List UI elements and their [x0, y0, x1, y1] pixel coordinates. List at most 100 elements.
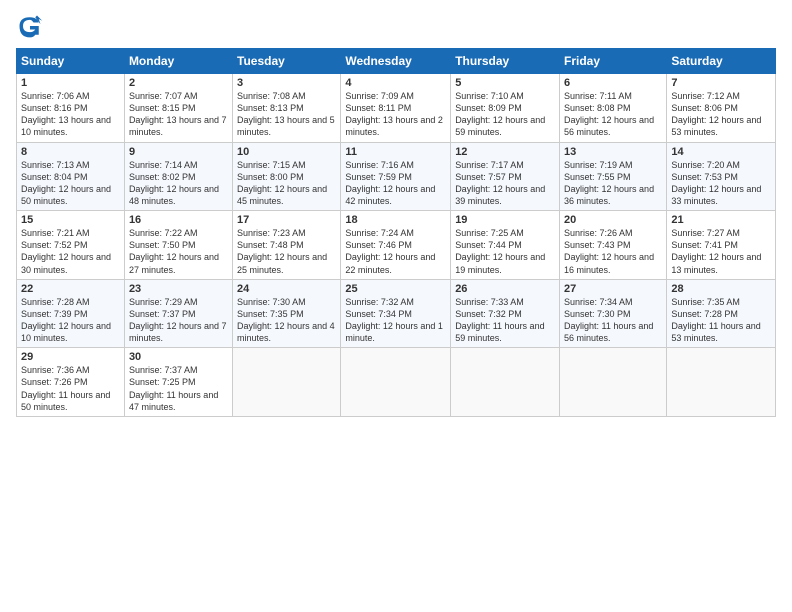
table-row: 25Sunrise: 7:32 AMSunset: 7:34 PMDayligh… [341, 279, 451, 348]
day-number: 30 [129, 351, 228, 363]
table-row: 4Sunrise: 7:09 AMSunset: 8:11 PMDaylight… [341, 74, 451, 143]
table-row: 9Sunrise: 7:14 AMSunset: 8:02 PMDaylight… [124, 142, 232, 211]
table-row: 23Sunrise: 7:29 AMSunset: 7:37 PMDayligh… [124, 279, 232, 348]
table-row: 8Sunrise: 7:13 AMSunset: 8:04 PMDaylight… [17, 142, 125, 211]
cell-info: Sunrise: 7:24 AMSunset: 7:46 PMDaylight:… [345, 227, 446, 276]
day-number: 17 [237, 214, 336, 226]
table-row: 3Sunrise: 7:08 AMSunset: 8:13 PMDaylight… [233, 74, 341, 143]
calendar-week: 22Sunrise: 7:28 AMSunset: 7:39 PMDayligh… [17, 279, 776, 348]
cell-info: Sunrise: 7:09 AMSunset: 8:11 PMDaylight:… [345, 90, 446, 139]
col-thursday: Thursday [451, 49, 560, 74]
cell-info: Sunrise: 7:27 AMSunset: 7:41 PMDaylight:… [671, 227, 771, 276]
day-number: 2 [129, 77, 228, 89]
table-row: 28Sunrise: 7:35 AMSunset: 7:28 PMDayligh… [667, 279, 776, 348]
cell-info: Sunrise: 7:32 AMSunset: 7:34 PMDaylight:… [345, 296, 446, 345]
table-row: 12Sunrise: 7:17 AMSunset: 7:57 PMDayligh… [451, 142, 560, 211]
day-number: 12 [455, 146, 555, 158]
calendar-week: 29Sunrise: 7:36 AMSunset: 7:26 PMDayligh… [17, 348, 776, 417]
day-number: 19 [455, 214, 555, 226]
day-number: 29 [21, 351, 120, 363]
table-row: 13Sunrise: 7:19 AMSunset: 7:55 PMDayligh… [560, 142, 667, 211]
cell-info: Sunrise: 7:37 AMSunset: 7:25 PMDaylight:… [129, 364, 228, 413]
cell-info: Sunrise: 7:28 AMSunset: 7:39 PMDaylight:… [21, 296, 120, 345]
table-row [560, 348, 667, 417]
table-row: 29Sunrise: 7:36 AMSunset: 7:26 PMDayligh… [17, 348, 125, 417]
cell-info: Sunrise: 7:29 AMSunset: 7:37 PMDaylight:… [129, 296, 228, 345]
day-number: 21 [671, 214, 771, 226]
cell-info: Sunrise: 7:17 AMSunset: 7:57 PMDaylight:… [455, 159, 555, 208]
cell-info: Sunrise: 7:11 AMSunset: 8:08 PMDaylight:… [564, 90, 662, 139]
day-number: 15 [21, 214, 120, 226]
cell-info: Sunrise: 7:34 AMSunset: 7:30 PMDaylight:… [564, 296, 662, 345]
table-row: 7Sunrise: 7:12 AMSunset: 8:06 PMDaylight… [667, 74, 776, 143]
calendar: Sunday Monday Tuesday Wednesday Thursday… [16, 48, 776, 417]
day-number: 13 [564, 146, 662, 158]
cell-info: Sunrise: 7:33 AMSunset: 7:32 PMDaylight:… [455, 296, 555, 345]
table-row [451, 348, 560, 417]
table-row: 11Sunrise: 7:16 AMSunset: 7:59 PMDayligh… [341, 142, 451, 211]
table-row: 15Sunrise: 7:21 AMSunset: 7:52 PMDayligh… [17, 211, 125, 280]
header [16, 12, 776, 40]
table-row [667, 348, 776, 417]
cell-info: Sunrise: 7:08 AMSunset: 8:13 PMDaylight:… [237, 90, 336, 139]
cell-info: Sunrise: 7:36 AMSunset: 7:26 PMDaylight:… [21, 364, 120, 413]
table-row: 27Sunrise: 7:34 AMSunset: 7:30 PMDayligh… [560, 279, 667, 348]
calendar-week: 1Sunrise: 7:06 AMSunset: 8:16 PMDaylight… [17, 74, 776, 143]
day-number: 4 [345, 77, 446, 89]
day-number: 16 [129, 214, 228, 226]
page: Sunday Monday Tuesday Wednesday Thursday… [0, 0, 792, 612]
calendar-week: 8Sunrise: 7:13 AMSunset: 8:04 PMDaylight… [17, 142, 776, 211]
cell-info: Sunrise: 7:21 AMSunset: 7:52 PMDaylight:… [21, 227, 120, 276]
table-row: 14Sunrise: 7:20 AMSunset: 7:53 PMDayligh… [667, 142, 776, 211]
table-row: 1Sunrise: 7:06 AMSunset: 8:16 PMDaylight… [17, 74, 125, 143]
day-number: 18 [345, 214, 446, 226]
cell-info: Sunrise: 7:20 AMSunset: 7:53 PMDaylight:… [671, 159, 771, 208]
day-number: 1 [21, 77, 120, 89]
day-number: 20 [564, 214, 662, 226]
cell-info: Sunrise: 7:19 AMSunset: 7:55 PMDaylight:… [564, 159, 662, 208]
col-friday: Friday [560, 49, 667, 74]
table-row: 10Sunrise: 7:15 AMSunset: 8:00 PMDayligh… [233, 142, 341, 211]
col-wednesday: Wednesday [341, 49, 451, 74]
table-row: 5Sunrise: 7:10 AMSunset: 8:09 PMDaylight… [451, 74, 560, 143]
cell-info: Sunrise: 7:23 AMSunset: 7:48 PMDaylight:… [237, 227, 336, 276]
cell-info: Sunrise: 7:30 AMSunset: 7:35 PMDaylight:… [237, 296, 336, 345]
day-number: 22 [21, 283, 120, 295]
logo [16, 12, 48, 40]
day-number: 26 [455, 283, 555, 295]
cell-info: Sunrise: 7:14 AMSunset: 8:02 PMDaylight:… [129, 159, 228, 208]
day-number: 9 [129, 146, 228, 158]
day-number: 24 [237, 283, 336, 295]
table-row: 19Sunrise: 7:25 AMSunset: 7:44 PMDayligh… [451, 211, 560, 280]
table-row: 6Sunrise: 7:11 AMSunset: 8:08 PMDaylight… [560, 74, 667, 143]
table-row: 30Sunrise: 7:37 AMSunset: 7:25 PMDayligh… [124, 348, 232, 417]
table-row: 2Sunrise: 7:07 AMSunset: 8:15 PMDaylight… [124, 74, 232, 143]
table-row: 16Sunrise: 7:22 AMSunset: 7:50 PMDayligh… [124, 211, 232, 280]
table-row: 20Sunrise: 7:26 AMSunset: 7:43 PMDayligh… [560, 211, 667, 280]
cell-info: Sunrise: 7:35 AMSunset: 7:28 PMDaylight:… [671, 296, 771, 345]
day-number: 25 [345, 283, 446, 295]
logo-icon [16, 12, 44, 40]
col-monday: Monday [124, 49, 232, 74]
day-number: 23 [129, 283, 228, 295]
table-row [233, 348, 341, 417]
day-number: 5 [455, 77, 555, 89]
cell-info: Sunrise: 7:06 AMSunset: 8:16 PMDaylight:… [21, 90, 120, 139]
cell-info: Sunrise: 7:10 AMSunset: 8:09 PMDaylight:… [455, 90, 555, 139]
cell-info: Sunrise: 7:15 AMSunset: 8:00 PMDaylight:… [237, 159, 336, 208]
col-tuesday: Tuesday [233, 49, 341, 74]
col-sunday: Sunday [17, 49, 125, 74]
table-row: 24Sunrise: 7:30 AMSunset: 7:35 PMDayligh… [233, 279, 341, 348]
day-number: 7 [671, 77, 771, 89]
table-row: 18Sunrise: 7:24 AMSunset: 7:46 PMDayligh… [341, 211, 451, 280]
cell-info: Sunrise: 7:07 AMSunset: 8:15 PMDaylight:… [129, 90, 228, 139]
table-row: 21Sunrise: 7:27 AMSunset: 7:41 PMDayligh… [667, 211, 776, 280]
cell-info: Sunrise: 7:12 AMSunset: 8:06 PMDaylight:… [671, 90, 771, 139]
day-number: 10 [237, 146, 336, 158]
cell-info: Sunrise: 7:13 AMSunset: 8:04 PMDaylight:… [21, 159, 120, 208]
cell-info: Sunrise: 7:16 AMSunset: 7:59 PMDaylight:… [345, 159, 446, 208]
cell-info: Sunrise: 7:22 AMSunset: 7:50 PMDaylight:… [129, 227, 228, 276]
col-saturday: Saturday [667, 49, 776, 74]
day-number: 14 [671, 146, 771, 158]
day-number: 3 [237, 77, 336, 89]
